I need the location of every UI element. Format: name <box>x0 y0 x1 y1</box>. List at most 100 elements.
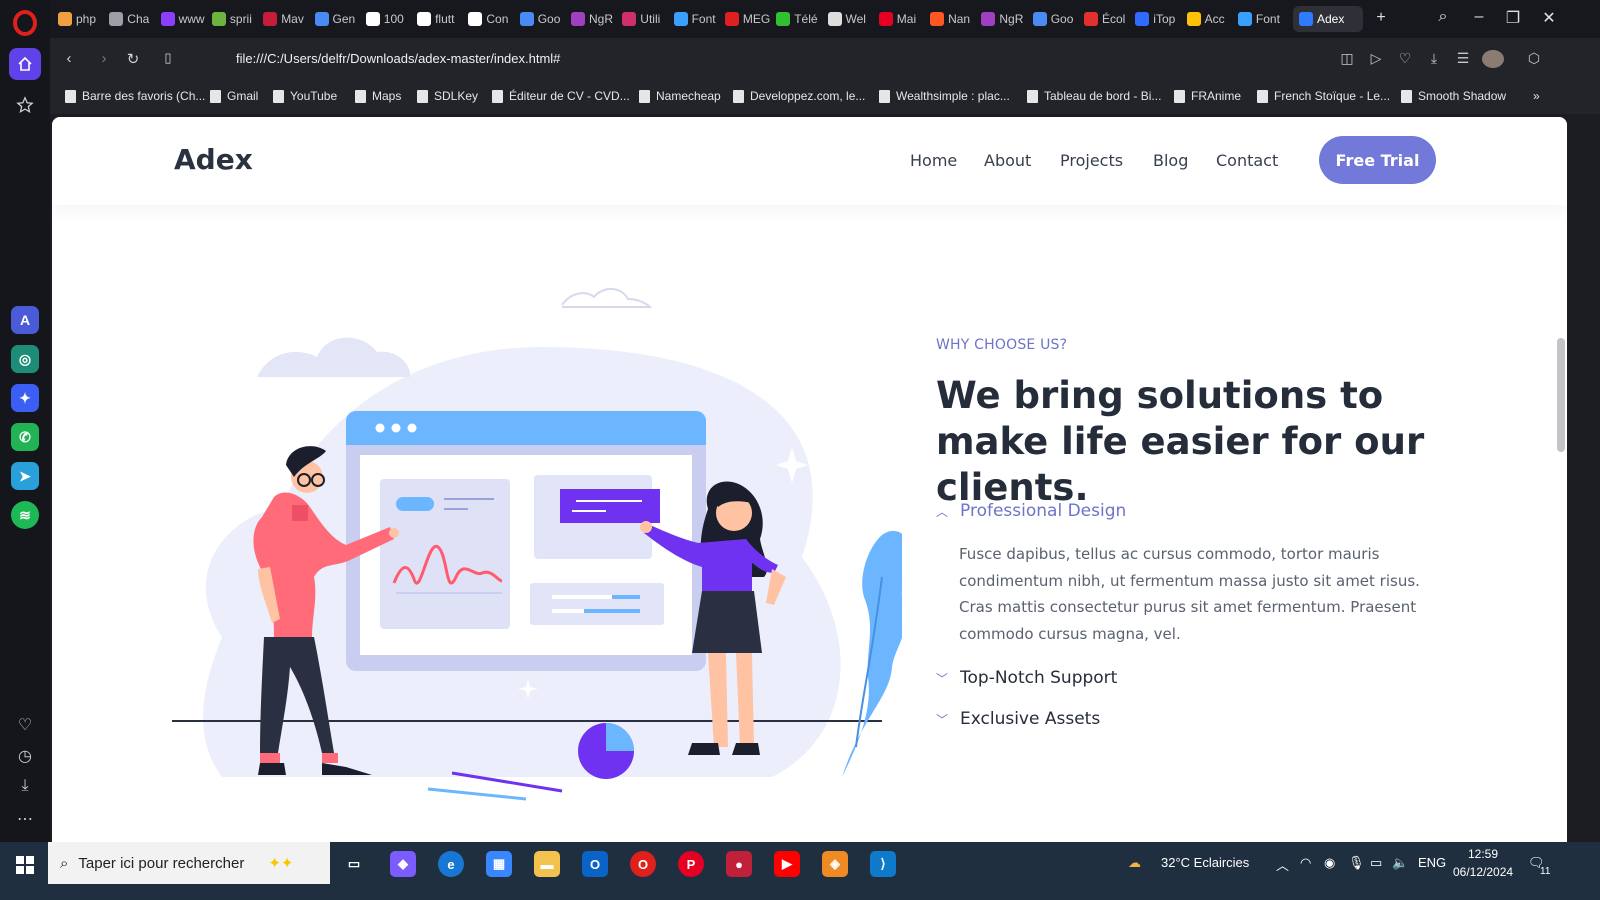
taskbar-search-input[interactable]: ⌕ Taper ici pour rechercher ✦✦ <box>48 842 330 884</box>
browser-tab[interactable]: www <box>160 6 207 32</box>
minimize-icon[interactable]: – <box>1468 8 1490 26</box>
back-icon[interactable]: ‹ <box>59 50 79 67</box>
browser-tab[interactable]: Gen <box>314 6 361 32</box>
bookmark-item[interactable]: Namecheap <box>639 89 721 103</box>
bookmark-item[interactable]: YouTube <box>273 89 337 103</box>
browser-tab[interactable]: Nan <box>930 6 976 32</box>
browser-tab[interactable]: Goo <box>1032 6 1079 32</box>
spotify-icon[interactable]: ≋ <box>11 501 39 529</box>
browser-tab[interactable]: sprii <box>211 6 258 32</box>
network-icon[interactable]: ◠ <box>1300 855 1311 871</box>
browser-tab[interactable]: Con <box>468 6 514 32</box>
page-scrollbar[interactable] <box>1557 338 1565 452</box>
browser-tab[interactable]: Télé <box>776 6 822 32</box>
nav-projects[interactable]: Projects <box>1060 151 1123 170</box>
browser-tab[interactable]: NgR <box>571 6 617 32</box>
browser-tab[interactable]: 100 <box>365 6 412 32</box>
opera-taskbar-icon[interactable]: O <box>630 851 656 877</box>
nav-contact[interactable]: Contact <box>1216 151 1278 170</box>
file-explorer-icon[interactable]: ▬ <box>534 851 560 877</box>
accordion-professional-design[interactable]: ︿ Professional Design <box>936 501 1126 521</box>
bookmark-item[interactable]: Barre des favoris (Ch... <box>65 89 205 103</box>
heart-bookmark-icon[interactable]: ♡ <box>1396 50 1414 67</box>
download-icon[interactable]: ⤓ <box>12 773 38 799</box>
aria-icon[interactable]: A <box>11 306 39 334</box>
camera-icon[interactable]: ◫ <box>1338 50 1356 67</box>
maximize-icon[interactable]: ❐ <box>1502 8 1524 28</box>
browser-tab[interactable]: Font <box>673 6 720 32</box>
vscode-icon[interactable]: ⟩ <box>870 851 896 877</box>
brave-icon[interactable]: ◈ <box>822 851 848 877</box>
browser-tab[interactable]: Font <box>1237 6 1284 32</box>
star-icon[interactable] <box>12 92 38 118</box>
browser-tab[interactable]: Mai <box>878 6 925 32</box>
bookmark-item[interactable]: Tableau de bord - Bi... <box>1027 89 1161 103</box>
clock-time[interactable]: 12:59 <box>1468 847 1498 861</box>
free-trial-button[interactable]: Free Trial <box>1319 136 1436 184</box>
menu-icon[interactable]: ☰ <box>1454 50 1472 67</box>
url-field[interactable]: file:///C:/Users/delfr/Downloads/adex-ma… <box>236 51 560 66</box>
chevron-up-icon[interactable]: ︿ <box>1276 855 1289 874</box>
clock-date[interactable]: 06/12/2024 <box>1453 865 1513 879</box>
browser-tab[interactable]: Cha <box>109 6 155 32</box>
browser-tab[interactable]: iTop <box>1135 6 1181 32</box>
bookmark-item[interactable]: Maps <box>355 89 401 103</box>
download-icon[interactable]: ⤓ <box>1425 50 1443 67</box>
accordion-top-notch-support[interactable]: ﹀ Top-Notch Support <box>936 668 1117 688</box>
nav-about[interactable]: About <box>984 151 1031 170</box>
task-view-icon[interactable]: ▭ <box>341 851 367 877</box>
bookmark-item[interactable]: Developpez.com, le... <box>733 89 865 103</box>
youtube-icon[interactable]: ▶ <box>774 851 800 877</box>
browser-tab[interactable]: Mav <box>263 6 309 32</box>
bookmark-item[interactable]: SDLKey <box>417 89 478 103</box>
bookmark-item[interactable]: Smooth Shadow <box>1401 89 1506 103</box>
bookmark-item[interactable]: Gmail <box>210 89 258 103</box>
opera-logo-icon[interactable] <box>13 10 37 36</box>
outlook-icon[interactable]: O <box>582 851 608 877</box>
battery-icon[interactable]: ▭ <box>1370 855 1382 871</box>
avatar[interactable] <box>1482 50 1504 68</box>
close-icon[interactable]: ✕ <box>1538 8 1560 28</box>
browser-tab[interactable]: Wel <box>827 6 874 32</box>
mic-icon[interactable]: 🎙 <box>1348 855 1365 871</box>
extensions-icon[interactable]: ⬡ <box>1525 50 1543 67</box>
whatsapp-icon[interactable]: ✆ <box>11 423 39 451</box>
windows-start-icon[interactable] <box>12 852 38 878</box>
bookmark-item[interactable]: FRAnime <box>1174 89 1241 103</box>
store-icon[interactable]: ▦ <box>486 851 512 877</box>
brand-logo[interactable]: Adex <box>174 143 253 176</box>
weather-text[interactable]: 32°C Eclaircies <box>1161 855 1249 870</box>
bookmark-item[interactable]: Wealthsimple : plac... <box>879 89 1010 103</box>
browser-tab[interactable]: Adex <box>1293 6 1363 32</box>
browser-tab[interactable]: flutt <box>417 6 463 32</box>
browser-tab[interactable]: Utili <box>622 6 668 32</box>
browser-tab[interactable]: MEG <box>724 6 771 32</box>
pinterest-icon[interactable]: P <box>678 851 704 877</box>
volume-icon[interactable]: 🔈 <box>1392 855 1408 871</box>
bookmark-item[interactable]: French Stoïque - Le... <box>1257 89 1390 103</box>
search-tabs-icon[interactable]: ⌕ <box>1432 8 1454 26</box>
browser-tab[interactable]: php <box>58 6 104 32</box>
nav-home[interactable]: Home <box>910 151 957 170</box>
language-indicator[interactable]: ENG <box>1418 855 1446 870</box>
edge-icon[interactable]: e <box>438 851 464 877</box>
telegram-icon[interactable]: ➤ <box>11 462 39 490</box>
nav-blog[interactable]: Blog <box>1153 151 1188 170</box>
forward-icon[interactable]: › <box>94 50 114 67</box>
browser-tab[interactable]: NgR <box>981 6 1027 32</box>
bookmarks-overflow-icon[interactable]: » <box>1533 89 1540 103</box>
home-icon[interactable] <box>9 48 41 80</box>
browser-tab[interactable]: Acc <box>1186 6 1233 32</box>
accordion-exclusive-assets[interactable]: ﹀ Exclusive Assets <box>936 709 1100 729</box>
heart-icon[interactable]: ♡ <box>12 712 38 738</box>
copilot-icon[interactable]: ◆ <box>390 851 416 877</box>
recorder-icon[interactable]: ● <box>726 851 752 877</box>
browser-tab[interactable]: Écol <box>1084 6 1130 32</box>
history-icon[interactable]: ◷ <box>12 743 38 769</box>
browser-tab[interactable]: Goo <box>519 6 566 32</box>
messenger-icon[interactable]: ✦ <box>11 384 39 412</box>
reload-icon[interactable]: ↻ <box>123 50 143 68</box>
more-icon[interactable]: ⋯ <box>12 806 38 832</box>
new-tab-icon[interactable]: + <box>1370 9 1392 27</box>
play-icon[interactable]: ▷ <box>1367 50 1385 67</box>
